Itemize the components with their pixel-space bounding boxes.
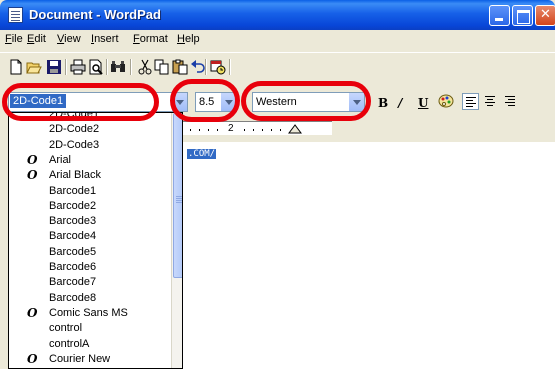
underline-button[interactable]: U	[418, 96, 428, 110]
new-icon[interactable]	[8, 59, 24, 75]
annotation-circle-size	[170, 79, 240, 122]
ruler-tick	[199, 129, 200, 131]
font-list-item-label: Arial Black	[49, 169, 101, 182]
font-list-item[interactable]: Barcode4	[9, 229, 169, 244]
toolbar-separator	[65, 59, 67, 75]
opentype-font-icon: O	[27, 305, 38, 320]
ruler-tick	[190, 129, 191, 131]
font-list-item-label: 2D-Code2	[49, 123, 100, 136]
font-list-item[interactable]: O Arial Black	[9, 168, 169, 183]
italic-button[interactable]: /	[398, 96, 402, 110]
font-list-item-label: control	[49, 322, 83, 335]
cut-icon[interactable]	[137, 59, 153, 75]
align-right-button[interactable]	[502, 93, 519, 110]
ruler-strip: 2	[182, 121, 332, 135]
minimize-button[interactable]	[489, 5, 510, 26]
undo-icon[interactable]	[190, 59, 206, 75]
window-title: Document - WordPad	[29, 7, 161, 22]
menu-insert[interactable]: Insert	[91, 33, 119, 45]
menu-edit[interactable]: Edit	[27, 33, 46, 45]
font-list-item-label: Barcode8	[49, 291, 97, 304]
font-list-item[interactable]: Barcode6	[9, 260, 169, 275]
open-icon[interactable]	[26, 59, 42, 75]
ruler-tick	[253, 129, 254, 131]
ruler-tick	[271, 129, 272, 131]
toolbar-separator	[205, 59, 207, 75]
ruler-tick	[244, 129, 245, 131]
menu-help[interactable]: Help	[177, 33, 200, 45]
ruler-number: 2	[228, 123, 234, 134]
copy-icon[interactable]	[154, 59, 170, 75]
wordpad-app-icon[interactable]	[8, 7, 23, 23]
font-list-item-label: Barcode3	[49, 215, 97, 228]
font-list-item-label: Barcode7	[49, 276, 97, 289]
font-list-item[interactable]: O Comic Sans MS	[9, 306, 169, 321]
scrollbar-thumb[interactable]	[173, 113, 182, 278]
opentype-font-icon: O	[27, 351, 38, 366]
ruler-tick	[262, 129, 263, 131]
document-area[interactable]: .COM/	[182, 142, 555, 369]
font-list-item-label: 2D-Code3	[49, 138, 100, 151]
print-icon[interactable]	[70, 59, 86, 75]
font-list-item-label: Courier New	[49, 352, 111, 365]
ruler-tick	[217, 129, 218, 131]
toolbar-separator	[229, 59, 231, 75]
save-icon[interactable]	[46, 59, 62, 75]
document-selected-text[interactable]: .COM/	[187, 149, 217, 159]
font-list-item[interactable]: control	[9, 321, 169, 336]
font-list-item[interactable]: Barcode3	[9, 214, 169, 229]
menu-bar: File Edit View Insert Format Help	[0, 30, 555, 50]
bold-button[interactable]: B	[378, 96, 388, 110]
maximize-button[interactable]	[512, 5, 533, 26]
font-list-item[interactable]: controlA	[9, 337, 169, 352]
paste-icon[interactable]	[172, 59, 188, 75]
opentype-font-icon: O	[27, 168, 38, 183]
font-list-item[interactable]: O Courier New	[9, 352, 169, 367]
font-list-scrollbar[interactable]	[171, 113, 182, 368]
ruler-tick	[208, 129, 209, 131]
menu-file[interactable]: File	[5, 33, 23, 45]
font-list-item-label: Barcode1	[49, 184, 97, 197]
font-list-item-label: Barcode2	[49, 199, 97, 212]
font-list-item[interactable]: Barcode7	[9, 275, 169, 290]
font-list-item[interactable]: Barcode5	[9, 245, 169, 260]
menu-format[interactable]: Format	[133, 33, 168, 45]
date-time-icon[interactable]	[210, 59, 226, 75]
standard-toolbar	[0, 52, 555, 80]
font-list-item-label: controlA	[49, 337, 90, 350]
color-palette-icon[interactable]	[438, 93, 454, 109]
font-list-item-label: Barcode5	[49, 245, 97, 258]
font-list-item[interactable]: Barcode1	[9, 184, 169, 199]
close-button[interactable]	[535, 5, 555, 26]
align-center-button[interactable]	[482, 93, 499, 110]
annotation-circle-font	[2, 83, 159, 121]
ruler[interactable]: 2	[182, 118, 555, 142]
print-preview-icon[interactable]	[88, 59, 104, 75]
menu-view[interactable]: View	[57, 33, 81, 45]
toolbar-separator	[106, 59, 108, 75]
font-list-item-label: Barcode6	[49, 261, 97, 273]
align-left-button[interactable]	[462, 93, 479, 110]
font-list-item[interactable]: 2D-Code3	[9, 138, 169, 153]
wordpad-window: Document - WordPad File Edit View Insert…	[0, 0, 555, 369]
annotation-circle-script	[241, 81, 371, 121]
font-list-item[interactable]: 2D-Code2	[9, 122, 169, 137]
opentype-font-icon: O	[27, 152, 38, 167]
font-list-item[interactable]: O Arial	[9, 153, 169, 168]
font-list-item-label: Arial	[49, 153, 72, 166]
font-list-item[interactable]: Barcode2	[9, 199, 169, 214]
font-list-item-label: Barcode4	[49, 230, 97, 243]
toolbar-separator	[130, 59, 132, 75]
font-dropdown-list[interactable]: 2D-Code1 2D-Code2 2D-Code3 O Arial O Arial Bla…	[8, 112, 183, 369]
font-list-item[interactable]: Barcode8	[9, 291, 169, 306]
find-icon[interactable]	[110, 59, 126, 75]
ruler-tick	[280, 129, 281, 131]
title-bar[interactable]: Document - WordPad	[0, 0, 555, 30]
font-list-item-label: Comic Sans MS	[49, 306, 128, 319]
right-indent-marker-icon[interactable]	[288, 124, 302, 134]
